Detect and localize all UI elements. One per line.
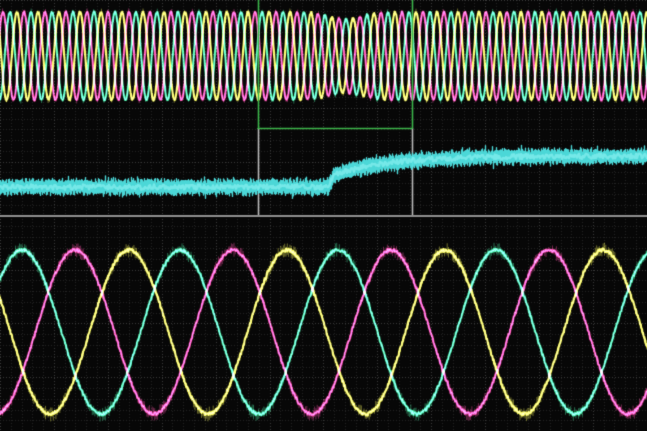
oscilloscope-display [0, 0, 647, 431]
zoom-region-bottom-edge[interactable] [258, 126, 412, 131]
panel-divider [0, 214, 647, 219]
zoom-region-right-cursor[interactable] [410, 0, 415, 215]
zoom-region-left-cursor[interactable] [256, 0, 261, 215]
